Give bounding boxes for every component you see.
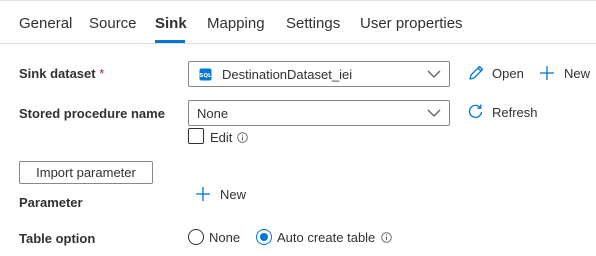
sink-dataset-label: Sink dataset * [19,66,104,81]
chevron-down-icon [427,70,441,78]
stored-procedure-select[interactable]: None [188,100,450,126]
chevron-down-icon [427,109,441,117]
active-tab-indicator [155,40,185,43]
edit-label: Edit [210,130,233,145]
refresh-label: Refresh [492,105,538,120]
new-parameter-button[interactable]: New [195,185,250,205]
table-option-label: Table option [19,231,96,246]
open-button[interactable]: Open [467,64,527,84]
parameter-label: Parameter [19,195,83,210]
new-parameter-label: New [220,187,247,202]
plus-icon [540,66,554,80]
tab-bar: General Source Sink Mapping Settings Use… [0,0,596,44]
info-icon [381,232,392,243]
radio-none[interactable] [188,229,204,245]
tab-general[interactable]: General [19,15,72,32]
refresh-button[interactable]: Refresh [467,103,539,123]
open-label: Open [492,66,524,81]
import-parameter-button[interactable]: Import parameter [19,161,153,184]
radio-none-label[interactable]: None [209,230,240,245]
stored-procedure-value: None [197,106,229,121]
new-dataset-button[interactable]: New [539,64,594,84]
tab-sink[interactable]: Sink [155,15,187,32]
refresh-icon [468,104,483,118]
tab-settings[interactable]: Settings [286,15,340,32]
edit-checkbox[interactable] [188,128,204,144]
pencil-icon [469,65,484,80]
radio-auto-create-table-label[interactable]: Auto create table [277,230,375,245]
plus-icon [196,187,210,201]
sink-dataset-value: DestinationDataset_iei [222,67,353,82]
radio-auto-create-table[interactable] [256,229,272,245]
info-icon [237,132,248,143]
required-marker: * [99,66,105,81]
sink-dataset-label-text: Sink dataset [19,66,96,81]
tab-user-properties[interactable]: User properties [360,15,463,32]
tab-mapping[interactable]: Mapping [207,15,265,32]
svg-text:SQL: SQL [199,73,212,79]
tab-source[interactable]: Source [89,15,137,32]
new-dataset-label: New [564,66,591,81]
sql-database-icon: SQL [199,68,212,81]
stored-procedure-label: Stored procedure name [19,106,165,121]
sink-dataset-select[interactable]: SQL DestinationDataset_iei [188,61,450,87]
